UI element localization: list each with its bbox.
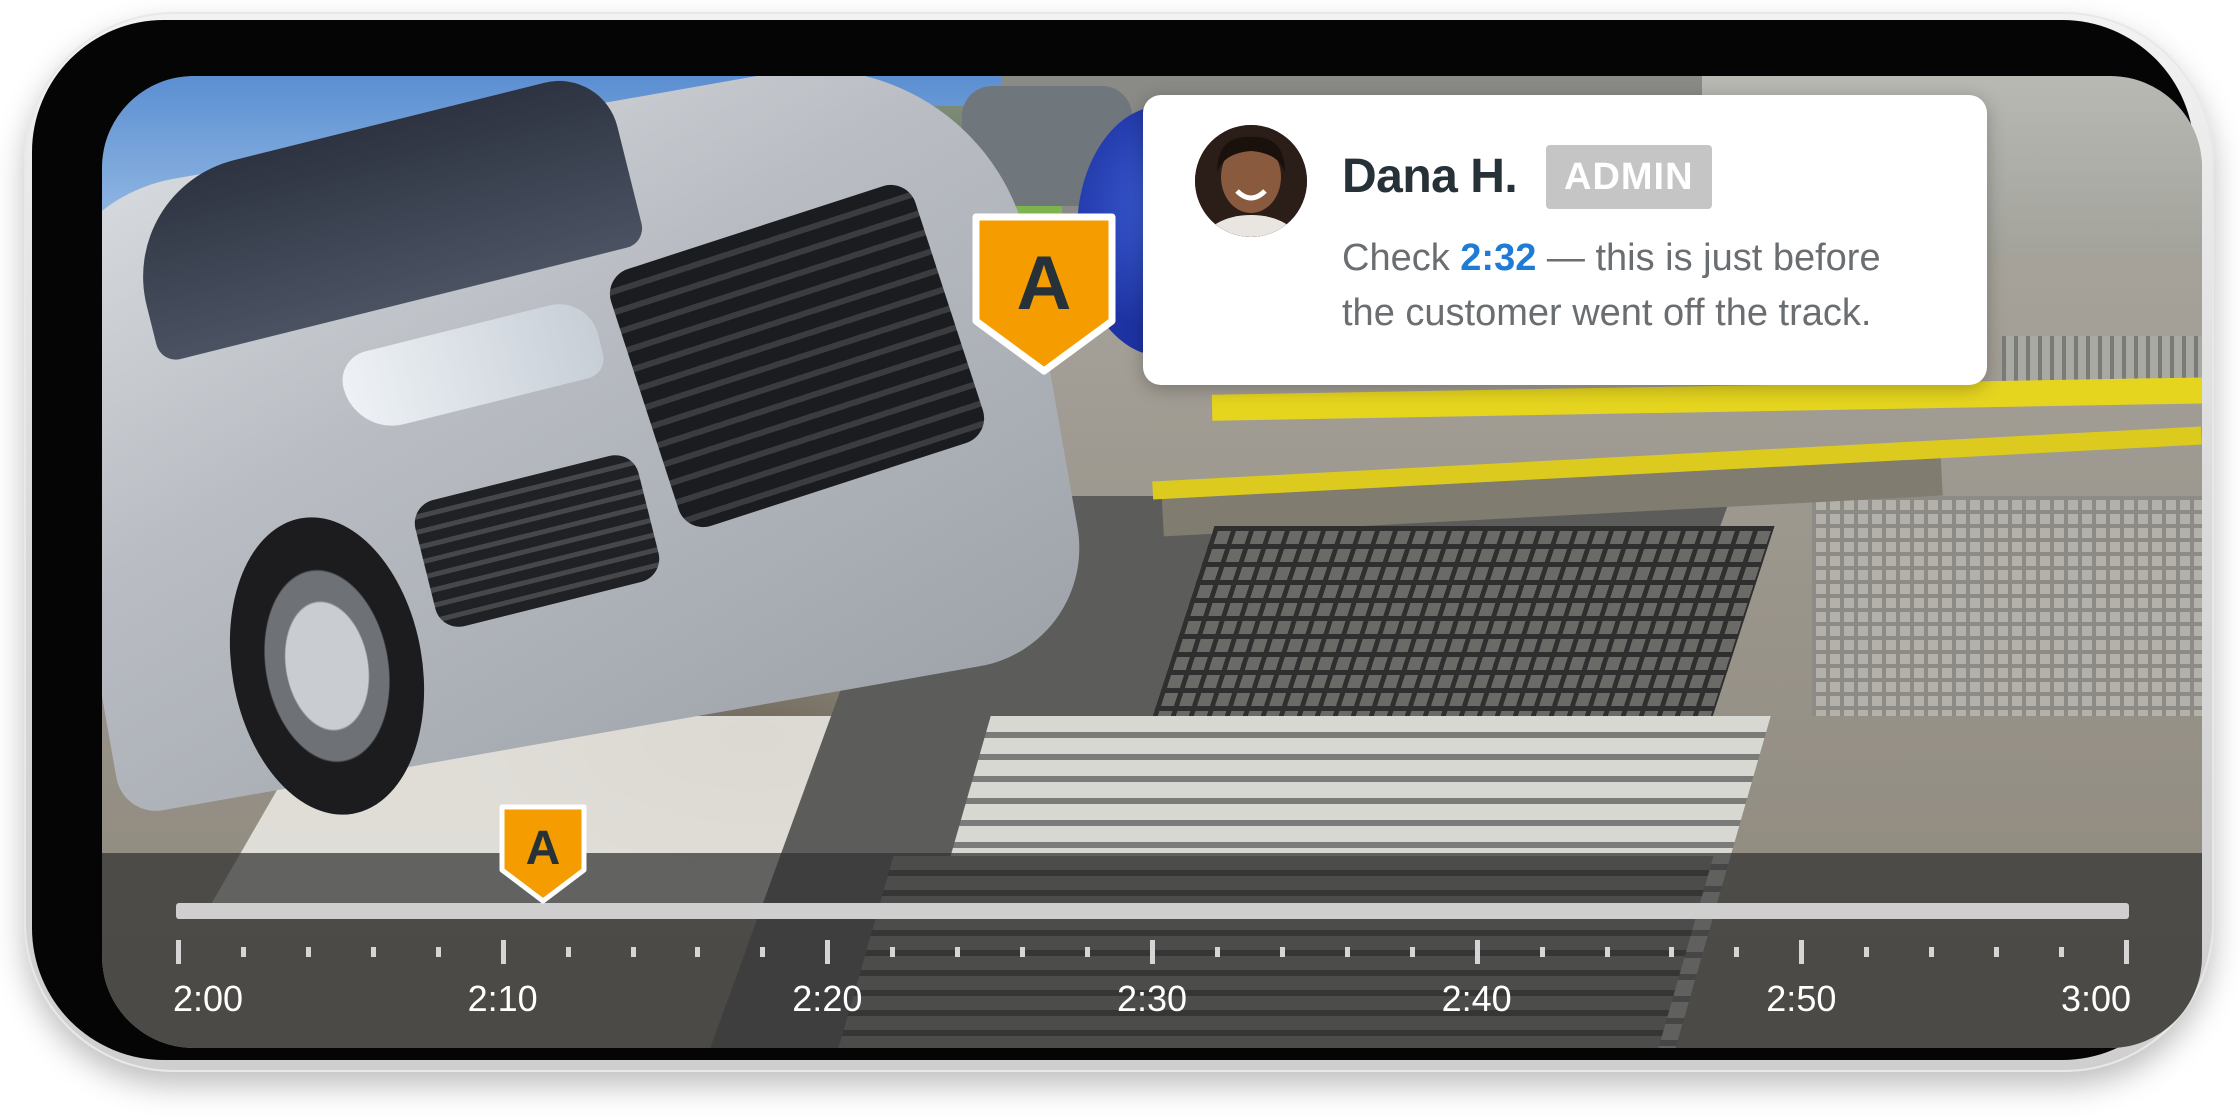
timestamp-link[interactable]: 2:32 [1460, 237, 1536, 279]
timeline-minor-tick [1929, 947, 1935, 957]
timeline-minor-tick [1085, 947, 1091, 957]
author-name: Dana H. [1342, 150, 1518, 203]
timeline-label: 3:00 [2060, 978, 2132, 1019]
timeline-major-tick [825, 940, 831, 964]
timeline-minor-tick [890, 947, 896, 957]
timeline-minor-tick [1734, 947, 1740, 957]
comment-text-prefix: Check [1342, 237, 1461, 279]
timeline-scrubber[interactable]: 2:00 2:10 2:20 2:30 2:40 2:50 3:00 [102, 853, 2202, 1048]
timeline-minor-tick [760, 947, 766, 957]
timeline-minor-tick [955, 947, 961, 957]
timeline-minor-tick [240, 947, 246, 957]
timeline-minor-tick [565, 947, 571, 957]
timeline-minor-tick [1994, 947, 2000, 957]
timeline-minor-tick [695, 947, 701, 957]
timeline-minor-tick [305, 947, 311, 957]
timeline-minor-tick [1214, 947, 1220, 957]
timeline-major-tick [1150, 940, 1155, 964]
comment-card: Dana H. ADMIN Check 2:32 — this is just … [1143, 95, 1987, 385]
timeline-minor-tick [1669, 947, 1675, 957]
comment-text: Check 2:32 — this is just before the cus… [1342, 231, 1942, 341]
video-marker-a[interactable]: A [970, 211, 1118, 376]
timeline-minor-tick [1279, 947, 1285, 957]
video-marker-label: A [1017, 241, 1072, 326]
timeline-minor-tick [1020, 947, 1026, 957]
timeline-minor-tick [1604, 947, 1610, 957]
timeline-minor-tick [370, 947, 376, 957]
timeline-major-tick [1474, 940, 1480, 964]
timeline-minor-tick [1409, 947, 1415, 957]
timeline-minor-tick [1864, 947, 1870, 957]
timeline-label: 2:20 [792, 978, 863, 1019]
video-screen[interactable]: A Dana H. ADMIN Check 2:32 — this is jus… [102, 76, 2202, 1048]
timeline-label: 2:10 [467, 978, 538, 1019]
timeline-minor-tick [1539, 947, 1545, 957]
timeline-major-tick [500, 940, 506, 964]
timeline-track[interactable] [176, 903, 2129, 919]
avatar[interactable] [1195, 125, 1307, 237]
timeline-major-tick [2124, 940, 2129, 964]
timeline-marker-a[interactable]: A [497, 802, 589, 906]
timeline-label: 2:00 [172, 978, 244, 1019]
phone-bezel: A Dana H. ADMIN Check 2:32 — this is jus… [32, 20, 2202, 1060]
timeline-marker-label: A [526, 822, 561, 875]
timeline-minor-tick [1344, 947, 1350, 957]
timeline-minor-tick [630, 947, 636, 957]
timeline-minor-tick [435, 947, 441, 957]
timeline-label: 2:50 [1766, 978, 1837, 1019]
timeline-label: 2:30 [1116, 978, 1188, 1019]
timeline-major-tick [1799, 940, 1805, 964]
role-badge: ADMIN [1546, 145, 1712, 209]
timeline-minor-tick [2059, 947, 2065, 957]
timeline-label: 2:40 [1441, 978, 1512, 1019]
timeline-major-tick [176, 940, 181, 964]
